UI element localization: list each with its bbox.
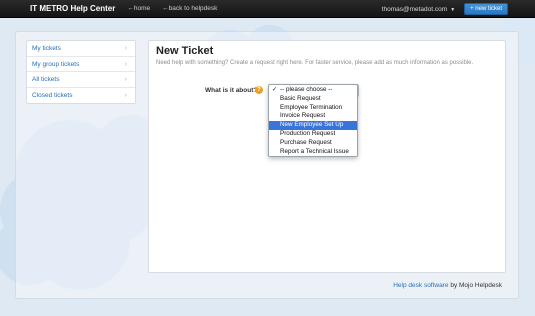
dropdown-option[interactable]: Employee Termination bbox=[269, 104, 357, 113]
top-navbar: IT METRO Help Center ←home ←back to help… bbox=[0, 0, 535, 18]
chevron-right-icon: › bbox=[124, 91, 127, 99]
help-icon[interactable]: ? bbox=[255, 86, 263, 94]
page-title: New Ticket bbox=[156, 45, 214, 57]
dropdown-option[interactable]: Report a Technical Issue bbox=[269, 148, 357, 157]
helpdesk-software-link[interactable]: Help desk software bbox=[393, 282, 448, 289]
dropdown-option[interactable]: Basic Request bbox=[269, 95, 357, 104]
dropdown-option-label: Invoice Request bbox=[280, 112, 326, 120]
home-link[interactable]: ←home bbox=[127, 5, 150, 12]
footer: Help desk software by Mojo Helpdesk bbox=[393, 282, 502, 289]
dropdown-option-label: Report a Technical Issue bbox=[280, 147, 349, 155]
sidebar-item-my-tickets[interactable]: My tickets › bbox=[27, 41, 135, 57]
dropdown-option-label: -- please choose -- bbox=[280, 86, 333, 93]
dropdown-option[interactable]: Invoice Request bbox=[269, 112, 357, 121]
topic-dropdown-list: ✓ -- please choose -- Basic Request Emplo… bbox=[268, 84, 358, 157]
sidebar-item-label: Closed tickets bbox=[32, 91, 73, 99]
dropdown-option-label: Employee Termination bbox=[280, 103, 343, 111]
dropdown-option[interactable]: Production Request bbox=[269, 130, 357, 139]
user-menu[interactable]: thomas@metadot.com ▼ bbox=[382, 6, 455, 13]
dropdown-option[interactable]: Purchase Request bbox=[269, 139, 357, 148]
sidebar-item-label: My group tickets bbox=[32, 60, 80, 68]
chevron-down-icon: ▼ bbox=[450, 6, 456, 13]
checkmark-icon: ✓ bbox=[272, 87, 278, 93]
topic-label: What is it about? bbox=[205, 87, 258, 94]
chevron-right-icon: › bbox=[124, 60, 127, 68]
sidebar-item-all-tickets[interactable]: All tickets › bbox=[27, 72, 135, 88]
chevron-right-icon: › bbox=[124, 76, 127, 83]
user-email: thomas@metadot.com bbox=[381, 5, 448, 13]
sidebar-item-my-group-tickets[interactable]: My group tickets › bbox=[27, 57, 135, 72]
chevron-right-icon: › bbox=[124, 45, 127, 52]
dropdown-option-highlighted[interactable]: New Employee Set Up bbox=[269, 121, 357, 130]
sidebar-item-label: My tickets bbox=[32, 45, 61, 52]
sidebar-item-label: All tickets bbox=[32, 76, 60, 83]
brand-title[interactable]: IT METRO Help Center bbox=[30, 4, 115, 13]
dropdown-option-label: Purchase Request bbox=[280, 138, 332, 146]
dropdown-option-label: New Employee Set Up bbox=[280, 121, 344, 129]
dropdown-option-label: Production Request bbox=[280, 129, 336, 137]
dropdown-option[interactable]: ✓ -- please choose -- bbox=[269, 86, 357, 95]
sidebar: My tickets › My group tickets › All ticket… bbox=[26, 40, 136, 104]
dropdown-option-label: Basic Request bbox=[280, 94, 321, 102]
page-subtitle: Need help with something? Create a reque… bbox=[156, 60, 474, 66]
new-ticket-button[interactable]: + new ticket bbox=[464, 3, 508, 15]
footer-suffix: by Mojo Helpdesk bbox=[450, 282, 502, 289]
back-to-helpdesk-link[interactable]: ←back to helpdesk bbox=[162, 5, 217, 12]
sidebar-item-closed-tickets[interactable]: Closed tickets › bbox=[27, 88, 135, 104]
navbar-right: thomas@metadot.com ▼ + new ticket bbox=[382, 3, 508, 15]
